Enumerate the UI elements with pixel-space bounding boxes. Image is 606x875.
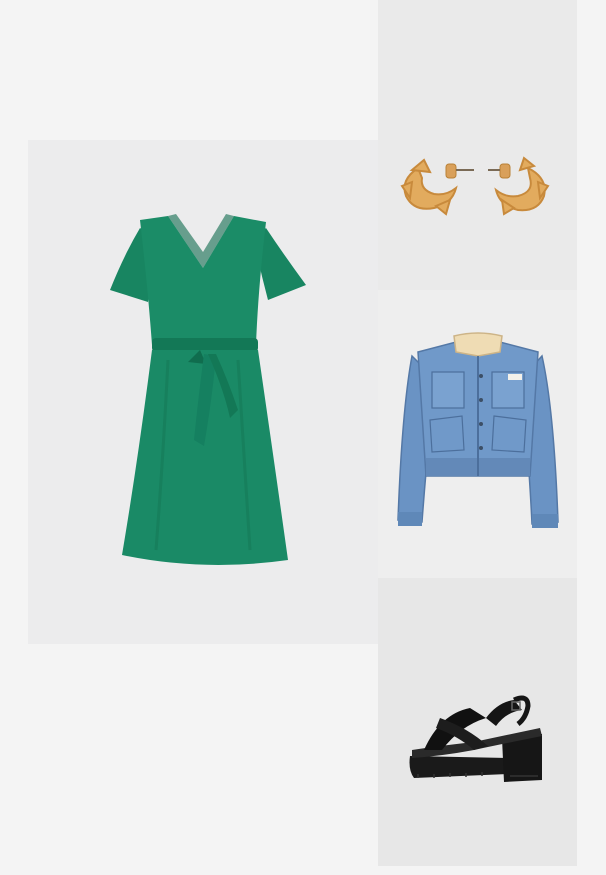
- product-tile-jacket[interactable]: [378, 290, 577, 578]
- black-sandals-image: [409, 695, 542, 782]
- product-tile-sandals[interactable]: [378, 578, 577, 866]
- product-tile-dress[interactable]: [28, 140, 378, 644]
- denim-jacket-image: [397, 332, 559, 528]
- gold-earrings-image: [400, 156, 550, 216]
- green-dress-image: [110, 214, 306, 565]
- product-tile-earrings[interactable]: [378, 0, 577, 290]
